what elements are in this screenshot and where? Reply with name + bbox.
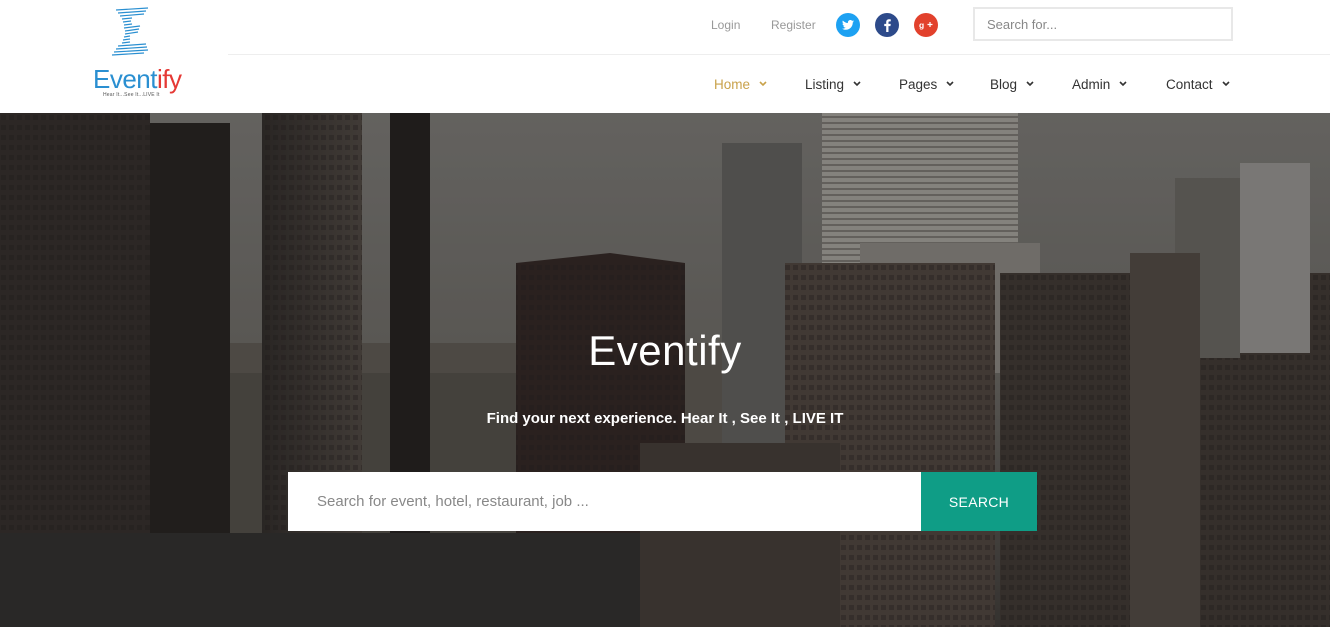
search-button[interactable]: SEARCH: [921, 472, 1037, 531]
logo[interactable]: Eventify Hear It...See It...LIVE It: [88, 6, 188, 102]
facebook-icon[interactable]: [875, 13, 899, 37]
nav-item-label: Listing: [805, 76, 845, 92]
hero-title: Eventify: [588, 327, 742, 374]
twitter-icon[interactable]: [836, 13, 860, 37]
chevron-down-icon: [1119, 81, 1127, 87]
nav-item-home[interactable]: Home: [714, 74, 767, 94]
google-plus-icon[interactable]: g: [914, 13, 938, 37]
logo-wordmark: Eventify: [93, 64, 182, 94]
nav-item-contact[interactable]: Contact: [1166, 74, 1230, 94]
chevron-down-icon: [946, 81, 954, 87]
header-divider: [228, 54, 1330, 55]
logo-tagline: Hear It...See It...LIVE It: [103, 92, 160, 98]
nav-item-blog[interactable]: Blog: [990, 74, 1034, 94]
svg-text:g: g: [919, 20, 924, 30]
header-search-input[interactable]: [973, 7, 1233, 41]
hero-section: Eventify Find your next experience. Hear…: [0, 113, 1330, 627]
chevron-down-icon: [759, 81, 767, 87]
nav-item-admin[interactable]: Admin: [1072, 74, 1127, 94]
nav-item-listing[interactable]: Listing: [805, 74, 861, 94]
register-link[interactable]: Register: [771, 18, 816, 32]
nav-item-label: Home: [714, 76, 751, 92]
login-link[interactable]: Login: [711, 18, 740, 32]
nav-item-label: Admin: [1072, 76, 1111, 92]
hero-search-input[interactable]: [288, 472, 921, 531]
nav-item-pages[interactable]: Pages: [899, 74, 954, 94]
chevron-down-icon: [1221, 81, 1230, 87]
site-header: Eventify Hear It...See It...LIVE It Logi…: [0, 0, 1330, 113]
nav-item-label: Pages: [899, 76, 938, 92]
chevron-down-icon: [1026, 81, 1034, 87]
logo-mark-icon: [111, 7, 149, 56]
nav-item-label: Blog: [990, 76, 1018, 92]
chevron-down-icon: [853, 81, 861, 87]
hero-subtitle: Find your next experience. Hear It , See…: [486, 410, 844, 427]
nav-item-label: Contact: [1166, 76, 1213, 92]
